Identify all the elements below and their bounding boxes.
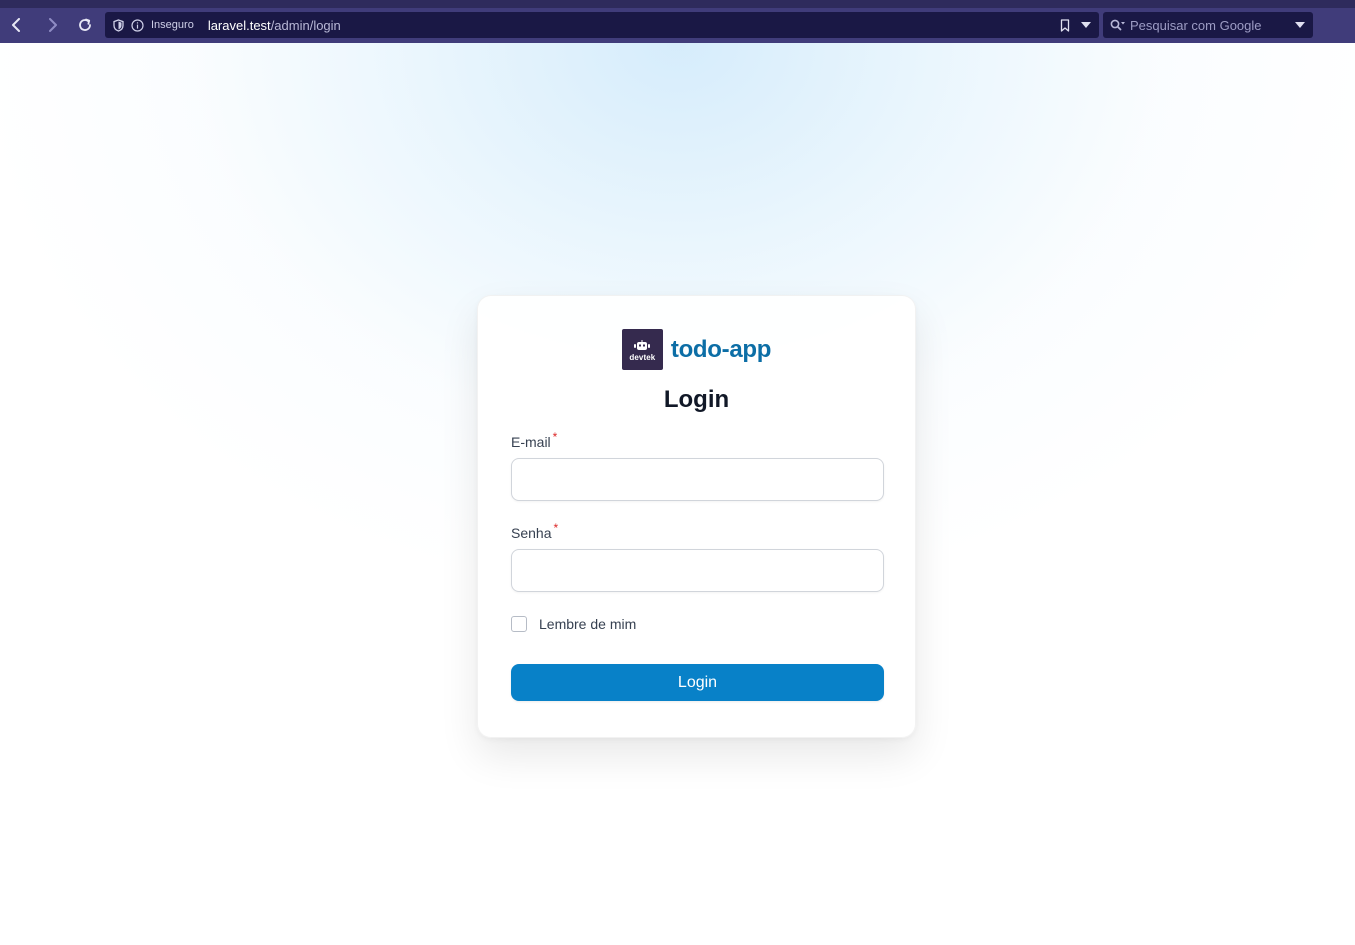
search-input[interactable]: [1130, 17, 1290, 33]
browser-toolbar: Inseguro laravel.test/admin/login: [0, 0, 1355, 43]
email-field[interactable]: [511, 458, 884, 501]
bookmark-icon[interactable]: [1058, 18, 1072, 32]
info-icon[interactable]: [131, 18, 144, 32]
page-title: Login: [663, 386, 730, 413]
page-background: devtek todo-app Login E-mail * Senha * Lem…: [0, 43, 1355, 945]
remember-me-checkbox[interactable]: [511, 616, 527, 632]
email-label: E-mail *: [511, 430, 882, 450]
address-bar[interactable]: Inseguro laravel.test/admin/login: [105, 12, 1099, 38]
robot-icon: [634, 339, 651, 350]
required-marker: *: [552, 430, 558, 444]
forward-button[interactable]: [40, 14, 64, 36]
brand-logo: devtek: [621, 329, 663, 370]
remember-me-label[interactable]: Lembre de mim: [539, 616, 636, 632]
required-marker: *: [553, 521, 559, 535]
insecure-label: Inseguro: [151, 19, 194, 31]
search-icon: [1110, 18, 1126, 32]
password-label-text: Senha: [511, 525, 552, 541]
email-label-text: E-mail: [511, 434, 551, 450]
chevron-down-icon[interactable]: [1079, 18, 1093, 32]
url-path: /admin/login: [270, 17, 341, 33]
brand: devtek todo-app: [511, 329, 882, 370]
login-button[interactable]: Login: [511, 664, 884, 701]
login-card: devtek todo-app Login E-mail * Senha * Lem…: [477, 295, 916, 738]
back-icon: [12, 18, 20, 32]
password-field[interactable]: [511, 549, 884, 592]
url-text[interactable]: laravel.test/admin/login: [208, 18, 341, 33]
reload-icon: [79, 18, 91, 31]
search-box[interactable]: [1103, 12, 1313, 38]
url-host: laravel.test: [207, 17, 271, 33]
remember-me-row: Lembre de mim: [511, 616, 882, 632]
back-button[interactable]: [5, 14, 29, 36]
logo-text: devtek: [629, 352, 656, 362]
brand-name: todo-app: [670, 335, 772, 363]
chevron-down-icon[interactable]: [1293, 18, 1307, 32]
forward-icon: [49, 18, 57, 32]
shield-icon[interactable]: [112, 18, 125, 32]
reload-button[interactable]: [73, 14, 97, 36]
password-label: Senha *: [511, 521, 882, 541]
